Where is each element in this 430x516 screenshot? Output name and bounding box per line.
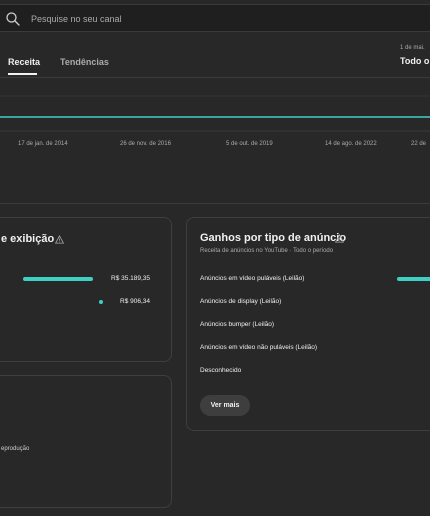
x-tick-label: 22 de <box>411 141 427 147</box>
x-tick-label: 26 de nov. de 2016 <box>120 141 171 147</box>
tabs-divider <box>0 77 430 78</box>
revenue-chart <box>0 95 430 132</box>
section-divider <box>0 203 430 204</box>
tab-tendencias[interactable]: Tendências <box>60 57 109 67</box>
revenue-source-card: e exibição R$ 35.189,35 R$ 906,34 <box>0 217 172 362</box>
revenue-bar <box>99 300 103 304</box>
card-subtitle: Receita de anúncios no YouTube · Todo o … <box>200 248 334 254</box>
search-bar[interactable] <box>0 4 430 32</box>
tab-receita[interactable]: Receita <box>8 57 40 67</box>
revenue-value: R$ 906,34 <box>120 298 150 305</box>
card-label: eprodução <box>1 446 30 452</box>
date-range-selector[interactable]: Todo o p <box>400 56 430 66</box>
x-tick-label: 14 de ago. de 2022 <box>325 141 377 147</box>
playback-card: eprodução <box>0 375 172 508</box>
card-title: Ganhos por tipo de anúncio <box>200 232 347 244</box>
revenue-value: R$ 35.189,35 <box>111 275 151 282</box>
warning-icon <box>55 235 64 244</box>
ad-type-label: Anúncios bumper (Leilão) <box>200 321 275 328</box>
revenue-bar <box>23 277 93 281</box>
search-icon <box>6 12 20 26</box>
warning-icon <box>335 234 344 243</box>
see-more-button[interactable]: Ver mais <box>200 395 250 416</box>
search-input[interactable] <box>29 9 333 29</box>
card-title: e exibição <box>1 233 55 245</box>
ad-type-label: Desconhecido <box>200 367 242 374</box>
date-range-subtitle: 1 de mai. <box>400 45 425 51</box>
x-tick-label: 17 de jan. de 2014 <box>18 141 68 147</box>
ad-type-bar <box>397 277 430 281</box>
ad-type-label: Anúncios em vídeo não puláveis (Leilão) <box>200 344 318 351</box>
ad-type-label: Anúncios em vídeo puláveis (Leilão) <box>200 275 305 282</box>
active-tab-indicator <box>8 73 37 75</box>
x-tick-label: 5 de out. de 2019 <box>226 141 273 147</box>
ad-type-label: Anúncios de display (Leilão) <box>200 298 282 305</box>
